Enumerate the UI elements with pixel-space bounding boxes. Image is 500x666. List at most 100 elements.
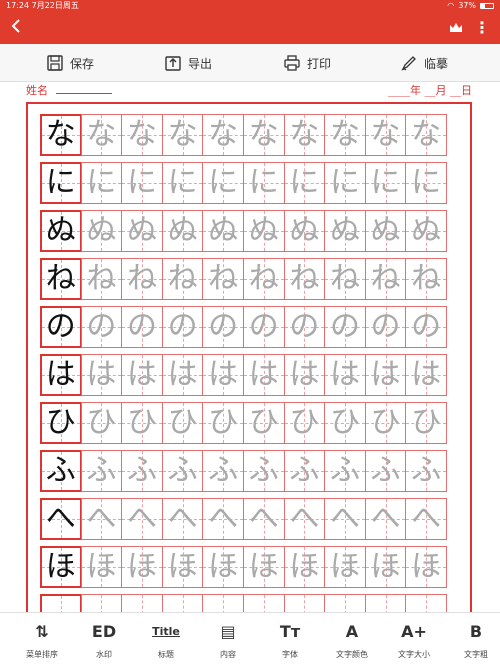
tab-label: 文字粗 (464, 650, 488, 659)
trace-character-cell: へ (405, 498, 447, 540)
trace-character: な (86, 117, 117, 152)
practice-row: のののののののののの (40, 306, 456, 348)
practice-row: ぬぬぬぬぬぬぬぬぬぬ (40, 210, 456, 252)
print-button[interactable]: 打印 (283, 53, 331, 73)
trace-character-cell: は (324, 354, 366, 396)
trace-character: ひ (86, 405, 117, 440)
trace-character-cell: へ (364, 498, 407, 540)
trace-character: に (289, 165, 320, 200)
text-color-icon: A (345, 622, 359, 641)
title-icon: Title (152, 625, 180, 638)
date-field[interactable]: ____年 __月 __日 (388, 82, 472, 98)
trace-character-cell: な (324, 114, 366, 156)
tab-bold[interactable]: B 文字粗 (450, 621, 500, 665)
trace-character: の (126, 309, 157, 344)
name-underline[interactable] (56, 93, 112, 94)
trace-button[interactable]: 临摹 (400, 53, 448, 73)
trace-character-cell: ふ (202, 450, 244, 492)
trace-character-cell: ひ (161, 402, 204, 444)
trace-character-cell: の (242, 306, 285, 348)
export-label: 导出 (188, 56, 213, 71)
trace-character-cell: な (405, 114, 447, 156)
trace-character: へ (289, 501, 320, 536)
trace-character-cell: へ (161, 498, 204, 540)
tab-font[interactable]: Tт 字体 (264, 621, 316, 665)
trace-character: ぬ (248, 213, 279, 248)
trace-character: の (329, 309, 360, 344)
tab-sort[interactable]: ⇅ 菜单排序 (16, 621, 68, 665)
trace-character-cell: に (405, 162, 447, 204)
trace-character: ひ (370, 405, 401, 440)
trace-character: ひ (167, 405, 198, 440)
trace-character: ふ (411, 453, 442, 488)
trace-character-cell: ぬ (202, 210, 244, 252)
tab-label: 标题 (158, 650, 174, 659)
trace-character: ね (126, 261, 157, 296)
trace-character-cell: ぬ (364, 210, 407, 252)
trace-character: ね (86, 261, 117, 296)
trace-character: ひ (248, 405, 279, 440)
trace-character-cell: ひ (405, 402, 447, 444)
model-character-cell: な (40, 114, 82, 156)
model-character-cell: ね (40, 258, 82, 300)
trace-character-cell: ふ (324, 450, 366, 492)
trace-character-cell: ほ (324, 546, 366, 588)
model-character-cell: ぬ (40, 210, 82, 252)
trace-label: 临摹 (424, 56, 449, 71)
trace-character-cell: に (283, 162, 326, 204)
export-button[interactable]: 导出 (164, 53, 212, 73)
vip-crown-button[interactable] (448, 20, 464, 36)
trace-character-cell: ふ (161, 450, 204, 492)
model-character-cell: へ (40, 498, 82, 540)
tab-text-color[interactable]: A 文字颜色 (326, 621, 378, 665)
practice-row: なななななななななな (40, 114, 456, 156)
trace-character: へ (126, 501, 157, 536)
status-left: 17:24 7月22日周五 (6, 0, 79, 12)
more-button[interactable]: ⋮ (472, 18, 492, 38)
trace-character: へ (248, 501, 279, 536)
trace-character-cell: へ (242, 498, 285, 540)
model-character: ひ (45, 405, 76, 440)
trace-character-cell: ひ (121, 402, 163, 444)
model-character-cell: に (40, 162, 82, 204)
back-button[interactable] (6, 18, 26, 38)
font-icon: Tт (279, 622, 301, 641)
practice-sheet: ななななななななななににににににににににぬぬぬぬぬぬぬぬぬぬねねねねねねねねねね… (26, 102, 472, 622)
trace-character: へ (208, 501, 239, 536)
trace-character-cell: ね (242, 258, 285, 300)
trace-character-cell: ふ (364, 450, 407, 492)
model-character-cell: ひ (40, 402, 82, 444)
trace-character: ふ (370, 453, 401, 488)
trace-character: へ (86, 501, 117, 536)
trace-character: ほ (86, 549, 117, 584)
bottom-tab-bar: ⇅ 菜单排序 ED 水印 Title 标题 ▤ 内容 Tт 字体 A 文字颜色 A+ 文字大小 B 文字粗 (0, 612, 500, 666)
trace-character-cell: ぬ (121, 210, 163, 252)
trace-character-cell: ね (121, 258, 163, 300)
tab-text-size[interactable]: A+ 文字大小 (388, 621, 440, 665)
save-button[interactable]: 保存 (46, 53, 94, 73)
trace-character-cell: の (283, 306, 326, 348)
tab-watermark[interactable]: ED 水印 (78, 621, 130, 665)
practice-row: ほほほほほほほほほほ (40, 546, 456, 588)
trace-character-cell: ぬ (80, 210, 123, 252)
trace-character: に (167, 165, 198, 200)
trace-character: ぬ (208, 213, 239, 248)
trace-character: ぬ (289, 213, 320, 248)
trace-character: へ (411, 501, 442, 536)
trace-character: の (411, 309, 442, 344)
trace-character-cell: ほ (80, 546, 123, 588)
trace-character-cell: の (405, 306, 447, 348)
battery-icon (480, 3, 494, 9)
trace-character: の (86, 309, 117, 344)
tab-label: 字体 (282, 650, 298, 659)
trace-character-cell: へ (80, 498, 123, 540)
trace-character: ね (167, 261, 198, 296)
trace-character: ふ (86, 453, 117, 488)
trace-character: の (248, 309, 279, 344)
trace-character: の (370, 309, 401, 344)
tab-content[interactable]: ▤ 内容 (202, 621, 254, 665)
printer-icon (284, 55, 300, 71)
trace-character-cell: ほ (242, 546, 285, 588)
trace-character-cell: ぬ (283, 210, 326, 252)
tab-title[interactable]: Title 标题 (140, 621, 192, 665)
